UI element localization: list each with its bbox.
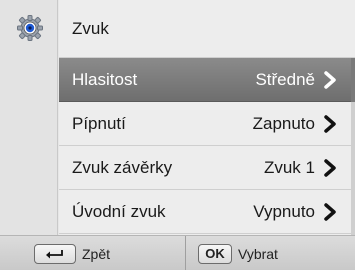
menu-title: Zvuk [59, 0, 355, 58]
back-label: Zpět [82, 245, 111, 262]
menu-item-value: Vypnuto [253, 201, 315, 221]
menu-item-label: Hlasitost [72, 69, 138, 89]
menu-item-label: Pípnutí [72, 113, 126, 133]
back-key[interactable] [34, 243, 76, 264]
menu-item-beep[interactable]: Pípnutí Zapnuto [59, 102, 351, 146]
select-label: Vybrat [238, 245, 278, 262]
chevron-right-icon [324, 70, 336, 89]
menu-item-value: Zapnuto [252, 113, 315, 133]
menu-item-value: Zvuk 1 [263, 157, 315, 177]
chevron-right-icon [324, 158, 336, 177]
chevron-right-icon [324, 114, 336, 133]
menu-item-volume[interactable]: Hlasitost Středně [59, 58, 351, 102]
select-hint[interactable]: OK Vybrat [187, 236, 355, 270]
sound-menu: Zvuk Hlasitost Středně Pípnutí Zapnuto Z… [59, 0, 355, 235]
menu-item-shutter-sound[interactable]: Zvuk závěrky Zvuk 1 [59, 146, 351, 190]
menu-item-label: Úvodní zvuk [72, 201, 166, 221]
chevron-right-icon [324, 202, 336, 221]
gear-icon[interactable] [17, 15, 43, 41]
scrollbar-thumb[interactable] [351, 58, 355, 102]
menu-item-value: Středně [255, 69, 315, 89]
menu-item-label: Zvuk závěrky [72, 157, 173, 177]
return-arrow-icon [46, 249, 63, 258]
bottom-key-guide: Zpět OK Vybrat [0, 235, 355, 270]
ok-key[interactable]: OK [198, 243, 232, 264]
back-hint[interactable]: Zpět [0, 236, 186, 270]
sidebar-icon-column [0, 0, 58, 235]
menu-item-startup-sound[interactable]: Úvodní zvuk Vypnuto [59, 190, 351, 234]
